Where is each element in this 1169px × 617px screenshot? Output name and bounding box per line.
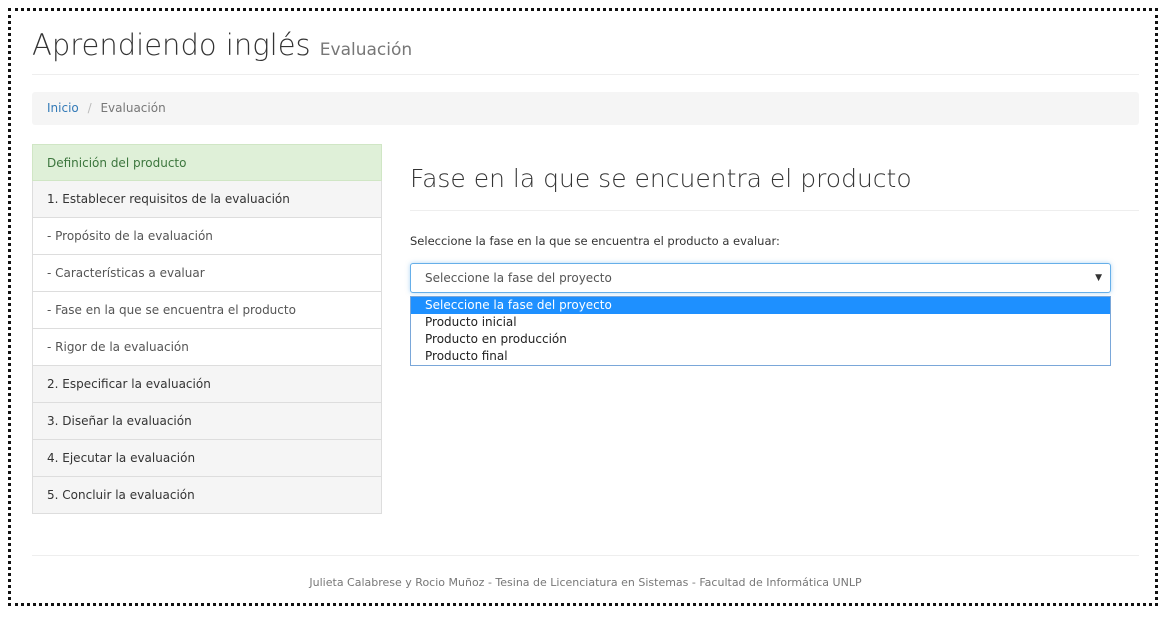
sidebar-item-disenar[interactable]: 3. Diseñar la evaluación — [32, 403, 382, 440]
sidebar-item-especificar[interactable]: 2. Especificar la evaluación — [32, 366, 382, 403]
breadcrumb-separator: / — [87, 101, 92, 115]
caret-down-icon: ▼ — [1095, 273, 1102, 283]
phase-option-inicial[interactable]: Producto inicial — [411, 314, 1110, 331]
breadcrumb: Inicio / Evaluación — [32, 92, 1139, 125]
breadcrumb-home-link[interactable]: Inicio — [47, 101, 79, 115]
phase-option-placeholder[interactable]: Seleccione la fase del proyecto — [411, 297, 1110, 314]
sidebar-item-rigor[interactable]: - Rigor de la evaluación — [32, 329, 382, 366]
phase-options-list: Seleccione la fase del proyecto Producto… — [410, 296, 1111, 366]
sidebar-item-ejecutar[interactable]: 4. Ejecutar la evaluación — [32, 440, 382, 477]
breadcrumb-current: Evaluación — [100, 101, 166, 115]
footer-credits: Julieta Calabrese y Rocio Muñoz - Tesina… — [309, 576, 862, 589]
phase-select-value: Seleccione la fase del proyecto — [425, 271, 612, 285]
sidebar-item-proposito[interactable]: - Propósito de la evaluación — [32, 218, 382, 255]
sidebar-item-establecer-requisitos[interactable]: 1. Establecer requisitos de la evaluació… — [32, 181, 382, 218]
app-subtitle: Evaluación — [319, 40, 413, 60]
app-title: Aprendiendo inglés — [32, 28, 311, 62]
phase-option-produccion[interactable]: Producto en producción — [411, 331, 1110, 348]
sidebar-nav: Definición del producto 1. Establecer re… — [32, 144, 382, 514]
section-title: Fase en la que se encuentra el producto — [410, 164, 912, 193]
sidebar-item-concluir[interactable]: 5. Concluir la evaluación — [32, 477, 382, 514]
sidebar-item-fase[interactable]: - Fase en la que se encuentra el product… — [32, 292, 382, 329]
footer-divider — [32, 555, 1139, 556]
sidebar-item-definicion-producto[interactable]: Definición del producto — [32, 144, 382, 181]
title-divider — [410, 210, 1139, 211]
phase-option-final[interactable]: Producto final — [411, 348, 1110, 365]
page-header: Aprendiendo inglés Evaluación — [32, 28, 1139, 75]
sidebar-item-caracteristicas[interactable]: - Características a evaluar — [32, 255, 382, 292]
phase-select[interactable]: Seleccione la fase del proyecto ▼ — [410, 263, 1111, 293]
phase-select-label: Seleccione la fase en la que se encuentr… — [410, 234, 780, 248]
page: Aprendiendo inglés Evaluación Inicio / E… — [32, 0, 1139, 617]
